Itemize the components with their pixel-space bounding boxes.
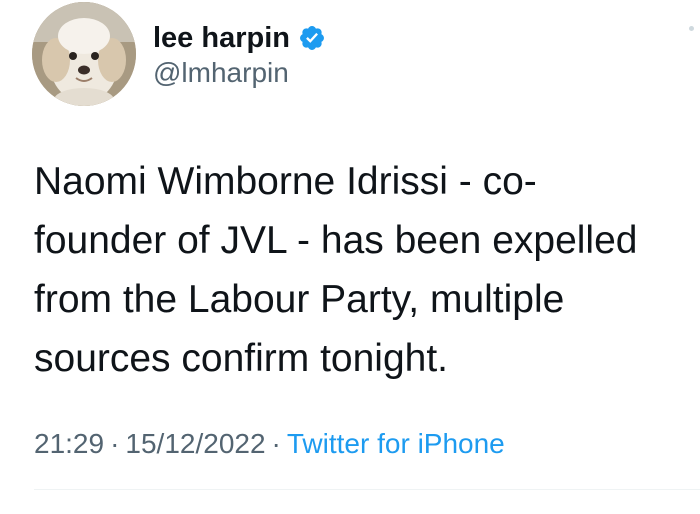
avatar[interactable]	[32, 2, 136, 106]
name-row: lee harpin	[153, 18, 326, 58]
divider	[34, 489, 700, 490]
meta-separator: ·	[271, 428, 281, 459]
tweet-card: lee harpin @lmharpin Naomi Wimborne Idri…	[0, 0, 700, 514]
more-options-icon[interactable]	[682, 20, 700, 54]
verified-badge-icon	[298, 24, 326, 52]
tweet-source-link[interactable]: Twitter for iPhone	[287, 428, 505, 459]
tweet-text: Naomi Wimborne Idrissi - co- founder of …	[34, 160, 638, 380]
user-handle[interactable]: @lmharpin	[153, 57, 289, 89]
display-name[interactable]: lee harpin	[153, 22, 290, 55]
tweet-time[interactable]: 21:29	[34, 428, 104, 459]
dog-avatar-icon	[32, 2, 136, 106]
tweet-meta: 21:29 · 15/12/2022 · Twitter for iPhone	[34, 428, 505, 460]
meta-separator: ·	[110, 428, 120, 459]
tweet-date[interactable]: 15/12/2022	[125, 428, 265, 459]
